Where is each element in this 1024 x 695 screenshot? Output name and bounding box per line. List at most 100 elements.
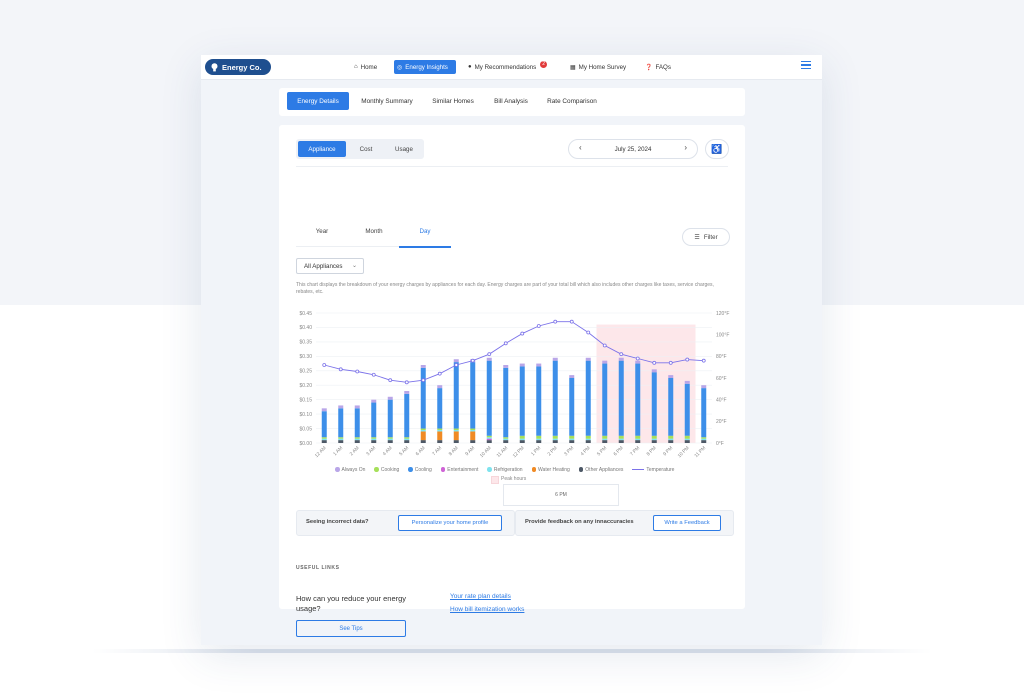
legend-item[interactable]: Water Heating — [531, 467, 570, 473]
x-tick-label: 1 PM — [530, 445, 542, 457]
x-tick-label: 5 PM — [596, 445, 608, 457]
write-feedback-button[interactable]: Write a Feedback — [653, 515, 721, 531]
toggle-appliance[interactable]: Appliance — [298, 141, 346, 157]
bar-segment — [635, 440, 641, 443]
bar-segment — [536, 440, 542, 443]
nav-recommendations[interactable]: ● My Recommendations 2 — [465, 60, 550, 74]
section-tabs: Energy Details Monthly Summary Similar H… — [279, 88, 745, 116]
legend-item[interactable]: Other Appliances — [578, 467, 623, 473]
temperature-point — [404, 380, 409, 385]
app-window: Energy Co. ⌂ Home ◎ Energy Insights ● My… — [201, 55, 822, 645]
tab-similar-homes[interactable]: Similar Homes — [427, 92, 479, 110]
menu-icon[interactable] — [801, 61, 811, 69]
bar-segment — [486, 440, 492, 443]
y2-tick-label: 100°F — [716, 332, 729, 338]
y-tick-label: $0.35 — [299, 340, 312, 346]
legend-swatch — [374, 467, 379, 472]
bar-segment — [404, 437, 410, 439]
temperature-point — [454, 363, 459, 367]
temperature-point — [701, 358, 706, 363]
bar-segment — [437, 385, 443, 389]
legend-label: Always On — [341, 467, 366, 473]
bar-segment — [420, 365, 426, 368]
bulb-icon — [211, 62, 218, 72]
bar-segment — [470, 440, 476, 443]
bar-segment — [602, 363, 608, 436]
tab-bill-analysis[interactable]: Bill Analysis — [487, 92, 535, 110]
legend-item[interactable]: Cooling — [408, 467, 432, 473]
tab-day[interactable]: Day — [399, 228, 451, 235]
bar-segment — [486, 360, 492, 436]
bar-segment — [684, 438, 690, 441]
x-tick-label: 4 AM — [382, 445, 394, 457]
legend-item[interactable]: Refrigeration — [487, 467, 523, 473]
legend-label: Entertainment — [447, 467, 479, 473]
nav-faqs[interactable]: ❓ FAQs — [642, 60, 674, 74]
tab-year[interactable]: Year — [296, 228, 348, 235]
bar-segment — [420, 367, 426, 429]
legend-item[interactable]: Cooking — [374, 467, 399, 473]
bar-segment — [437, 428, 443, 430]
toggle-cost[interactable]: Cost — [348, 141, 384, 157]
x-tick-label: 7 AM — [431, 445, 443, 457]
bar-segment — [602, 438, 608, 441]
bar-segment — [387, 399, 393, 438]
nav-energy-insights[interactable]: ◎ Energy Insights — [394, 60, 456, 74]
bar-segment — [651, 440, 657, 443]
view-toggle: Appliance Cost Usage — [296, 139, 424, 159]
y-tick-label: $0.45 — [299, 311, 312, 317]
temperature-point — [635, 356, 640, 361]
temperature-point — [470, 358, 475, 363]
temperature-point — [503, 341, 508, 346]
temperature-point — [685, 357, 690, 362]
bar-segment — [602, 360, 608, 364]
toggle-usage[interactable]: Usage — [386, 141, 422, 157]
chevron-left-icon[interactable]: ‹ — [579, 143, 582, 152]
y2-tick-label: 20°F — [716, 419, 727, 425]
bar-segment — [585, 440, 591, 443]
rate-plan-link[interactable]: Your rate plan details — [450, 593, 511, 600]
chevron-right-icon[interactable]: › — [684, 143, 687, 152]
bar-segment — [437, 388, 443, 429]
bar-segment — [585, 357, 591, 361]
bar-segment — [519, 366, 525, 436]
bar-segment — [420, 430, 426, 432]
tab-month[interactable]: Month — [348, 228, 400, 235]
tab-rate-comparison[interactable]: Rate Comparison — [541, 92, 603, 110]
brand-logo[interactable]: Energy Co. — [205, 59, 271, 75]
legend-item[interactable]: Entertainment — [440, 467, 479, 473]
bar-segment — [453, 428, 459, 430]
bar-segment — [371, 402, 377, 438]
bar-segment — [651, 369, 657, 373]
bar-segment — [618, 435, 624, 439]
legend-item[interactable]: Temperature — [632, 467, 674, 473]
chart-legend: Always On Cooking Cooling Entertainment Refr… — [335, 467, 715, 473]
temperature-point — [652, 360, 657, 365]
legend-label: Water Heating — [538, 467, 570, 473]
appliance-select-value: All Appliances — [304, 262, 343, 270]
bar-segment — [536, 438, 542, 441]
tab-monthly-summary[interactable]: Monthly Summary — [355, 92, 419, 110]
bar-segment — [536, 435, 542, 439]
bar-segment — [618, 360, 624, 436]
bar-segment — [321, 440, 327, 443]
bar-segment — [321, 437, 327, 439]
nav-recommendations-label: My Recommendations — [474, 63, 537, 71]
bar-segment — [635, 363, 641, 436]
legend-item[interactable]: Always On — [335, 467, 365, 473]
accessibility-icon: ♿ — [711, 143, 723, 154]
y-tick-label: $0.20 — [299, 383, 312, 389]
energy-chart: $0.00 $0.05 $0.10 $0.15 $0.20 $0.25 $0.30 $0.35… — [299, 311, 729, 459]
filter-button[interactable]: ☰ Filter — [682, 228, 730, 246]
nav-home-survey[interactable]: ▦ My Home Survey — [567, 60, 629, 74]
nav-home[interactable]: ⌂ Home — [351, 60, 380, 74]
bill-itemization-link[interactable]: How bill itemization works — [450, 606, 524, 613]
accessibility-button[interactable]: ♿ — [705, 139, 729, 159]
see-tips-button[interactable]: See Tips — [296, 620, 406, 637]
tab-energy-details[interactable]: Energy Details — [287, 92, 349, 110]
bar-segment — [684, 383, 690, 436]
brand-name: Energy Co. — [222, 62, 262, 72]
bar-segment — [635, 360, 641, 364]
personalize-profile-button[interactable]: Personalize your home profile — [398, 515, 502, 531]
appliance-select[interactable]: All Appliances ⌄ — [296, 258, 364, 274]
